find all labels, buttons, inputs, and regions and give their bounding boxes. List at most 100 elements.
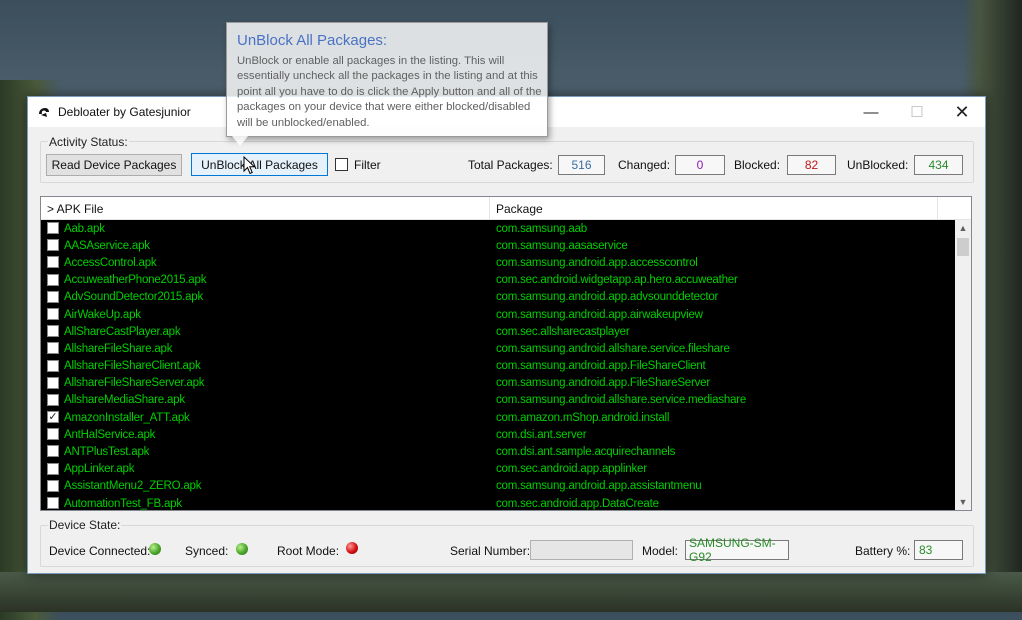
filter-checkbox[interactable] bbox=[335, 158, 348, 171]
list-item[interactable]: AllShareCastPlayer.apk com.sec.allshareca… bbox=[41, 323, 955, 340]
window-title: Debloater by Gatesjunior bbox=[58, 105, 191, 119]
apk-file-cell: AirWakeUp.apk bbox=[64, 308, 141, 321]
row-checkbox[interactable] bbox=[47, 222, 59, 234]
list-item[interactable]: AASAservice.apk com.samsung.aasaservice bbox=[41, 237, 955, 254]
apk-file-cell: AmazonInstaller_ATT.apk bbox=[64, 411, 190, 424]
battery-field: 83 bbox=[914, 540, 963, 560]
apk-file-cell: AppLinker.apk bbox=[64, 463, 135, 476]
apk-file-cell: AASAservice.apk bbox=[64, 239, 150, 252]
tooltip-title: UnBlock All Packages: bbox=[237, 32, 388, 49]
minimize-button[interactable]: — bbox=[848, 97, 894, 127]
row-checkbox[interactable] bbox=[47, 325, 59, 338]
row-checkbox[interactable] bbox=[47, 428, 59, 441]
scroll-thumb[interactable] bbox=[957, 238, 969, 256]
total-packages-label: Total Packages: bbox=[468, 158, 553, 172]
package-cell: com.samsung.android.app.advsounddetector bbox=[496, 291, 719, 304]
scroll-up-icon[interactable]: ▲ bbox=[955, 220, 971, 236]
row-checkbox[interactable] bbox=[47, 393, 59, 406]
list-item[interactable]: AirWakeUp.apk com.samsung.android.app.air… bbox=[41, 306, 955, 323]
app-logo-icon bbox=[39, 108, 49, 117]
apk-file-cell: AllshareFileShare.apk bbox=[64, 342, 173, 355]
row-checkbox[interactable] bbox=[47, 307, 59, 320]
apk-file-cell: AntHalService.apk bbox=[64, 428, 156, 441]
package-cell: com.samsung.android.allshare.service.med… bbox=[496, 394, 747, 407]
list-item[interactable]: AppLinker.apk com.sec.android.app.applink… bbox=[41, 461, 955, 478]
model-label: Model: bbox=[642, 544, 679, 558]
column-package[interactable]: Package bbox=[490, 197, 938, 220]
package-list[interactable]: > APK File Package Aab.apk com.samsung.aa… bbox=[40, 196, 972, 511]
row-checkbox[interactable] bbox=[47, 497, 59, 509]
row-checkbox[interactable] bbox=[47, 273, 59, 286]
app-window: Debloater by Gatesjunior — ☐ ✕ Activity … bbox=[27, 96, 986, 574]
scroll-down-icon[interactable]: ▼ bbox=[955, 494, 971, 510]
package-cell: com.samsung.android.app.FileShareClient bbox=[496, 360, 706, 373]
package-cell: com.dsi.ant.sample.acquirechannels bbox=[496, 446, 676, 459]
unblock-tooltip: UnBlock All Packages: UnBlock or enable … bbox=[226, 22, 548, 137]
apk-file-cell: AccessControl.apk bbox=[64, 256, 157, 269]
package-cell: com.samsung.android.allshare.service.fil… bbox=[496, 342, 730, 355]
package-cell: com.samsung.android.app.FileShareServer bbox=[496, 377, 711, 390]
serial-number-label: Serial Number: bbox=[450, 544, 531, 558]
row-checkbox[interactable] bbox=[47, 462, 59, 475]
package-cell: com.sec.android.app.applinker bbox=[496, 463, 647, 476]
root-mode-indicator bbox=[346, 542, 358, 554]
list-item[interactable]: AllshareFileShareServer.apk com.samsung.a… bbox=[41, 375, 955, 392]
apk-file-cell: Aab.apk bbox=[64, 222, 105, 235]
unblock-all-packages-button[interactable]: UnBlock All Packages bbox=[191, 153, 328, 176]
package-cell: com.sec.android.widgetapp.ap.hero.accuwe… bbox=[496, 274, 738, 287]
close-button[interactable]: ✕ bbox=[939, 97, 985, 127]
row-checkbox[interactable] bbox=[47, 290, 59, 303]
row-checkbox[interactable] bbox=[47, 342, 59, 355]
column-apk-file[interactable]: > APK File bbox=[41, 197, 490, 220]
maximize-button[interactable]: ☐ bbox=[894, 97, 940, 127]
root-mode-label: Root Mode: bbox=[277, 544, 340, 558]
row-checkbox[interactable]: ✓ bbox=[47, 411, 59, 424]
package-cell: com.samsung.android.app.assistantmenu bbox=[496, 480, 702, 493]
row-checkbox[interactable] bbox=[47, 376, 59, 389]
changed-value: 0 bbox=[675, 155, 725, 175]
list-item[interactable]: AllshareFileShare.apk com.samsung.android… bbox=[41, 340, 955, 357]
read-device-packages-button[interactable]: Read Device Packages bbox=[46, 154, 182, 176]
list-item[interactable]: ANTPlusTest.apk com.dsi.ant.sample.acquir… bbox=[41, 443, 955, 460]
package-cell: com.samsung.android.app.airwakeupview bbox=[496, 308, 703, 321]
row-checkbox[interactable] bbox=[47, 479, 59, 492]
list-item[interactable]: AllshareFileShareClient.apk com.samsung.a… bbox=[41, 358, 955, 375]
apk-file-cell: AccuweatherPhone2015.apk bbox=[64, 274, 207, 287]
package-cell: com.samsung.android.app.accesscontrol bbox=[496, 256, 698, 269]
apk-file-cell: AllShareCastPlayer.apk bbox=[64, 325, 181, 338]
list-item[interactable]: Aab.apk com.samsung.aab bbox=[41, 220, 955, 237]
list-item[interactable]: AllshareMediaShare.apk com.samsung.androi… bbox=[41, 392, 955, 409]
synced-indicator bbox=[236, 543, 248, 555]
filter-label: Filter bbox=[354, 158, 381, 172]
row-checkbox[interactable] bbox=[47, 256, 59, 269]
list-item[interactable]: AdvSoundDetector2015.apk com.samsung.andr… bbox=[41, 289, 955, 306]
blocked-value: 82 bbox=[787, 155, 836, 175]
list-scrollbar[interactable]: ▲ ▼ bbox=[955, 220, 971, 510]
list-item[interactable]: AssistantMenu2_ZERO.apk com.samsung.andro… bbox=[41, 478, 955, 495]
package-cell: com.dsi.ant.server bbox=[496, 428, 587, 441]
tooltip-body: UnBlock or enable all packages in the li… bbox=[237, 55, 542, 129]
row-checkbox[interactable] bbox=[47, 239, 59, 252]
list-item[interactable]: AccessControl.apk com.samsung.android.app… bbox=[41, 254, 955, 271]
list-item[interactable]: AccuweatherPhone2015.apk com.sec.android.… bbox=[41, 272, 955, 289]
mouse-cursor-icon bbox=[243, 156, 256, 175]
list-item[interactable]: ✓ AmazonInstaller_ATT.apk com.amazon.mShop… bbox=[41, 409, 955, 426]
apk-file-cell: AdvSoundDetector2015.apk bbox=[64, 291, 204, 304]
device-state-label: Device State: bbox=[48, 518, 122, 532]
wallpaper-bottom bbox=[0, 572, 1022, 612]
row-checkbox[interactable] bbox=[47, 445, 59, 458]
model-field: SAMSUNG-SM-G92 bbox=[685, 536, 789, 564]
list-item[interactable]: AutomationTest_FB.apk com.sec.android.app… bbox=[41, 495, 955, 510]
serial-number-field bbox=[530, 540, 633, 560]
list-header: > APK File Package bbox=[41, 197, 971, 220]
apk-file-cell: AllshareFileShareServer.apk bbox=[64, 377, 205, 390]
apk-file-cell: AutomationTest_FB.apk bbox=[64, 497, 182, 510]
package-cell: com.samsung.aab bbox=[496, 222, 587, 235]
apk-file-cell: AllshareMediaShare.apk bbox=[64, 394, 185, 407]
synced-label: Synced: bbox=[185, 544, 229, 558]
row-checkbox[interactable] bbox=[47, 359, 59, 372]
list-item[interactable]: AntHalService.apk com.dsi.ant.server bbox=[41, 426, 955, 443]
package-cell: com.sec.allsharecastplayer bbox=[496, 325, 630, 338]
unblocked-label: UnBlocked: bbox=[847, 158, 909, 172]
apk-file-cell: AllshareFileShareClient.apk bbox=[64, 360, 201, 373]
